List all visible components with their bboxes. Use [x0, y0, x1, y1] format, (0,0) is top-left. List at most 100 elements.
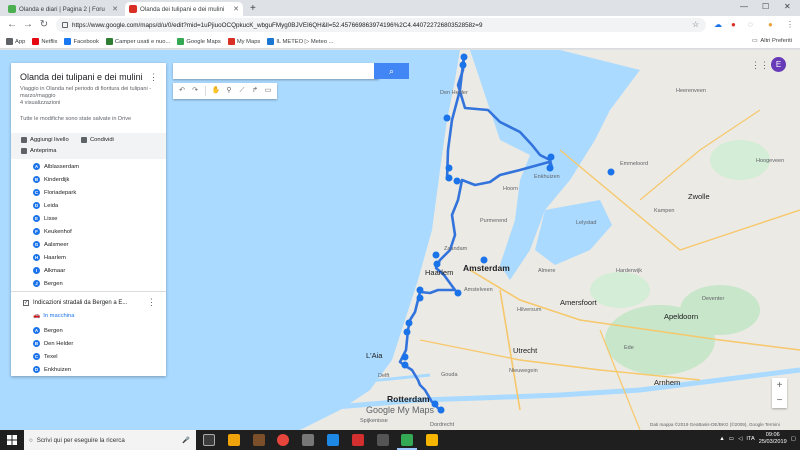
reload-icon[interactable]: ↻ — [38, 19, 50, 30]
bookmark-item[interactable]: Google Maps — [177, 38, 221, 45]
windows-start-icon[interactable] — [7, 435, 17, 445]
place-item[interactable]: H Haarlem — [33, 254, 66, 261]
extension-icon[interactable]: ☁ — [714, 20, 722, 29]
bookmark-item[interactable]: My Maps — [227, 38, 260, 45]
map-label: Harderwijk — [616, 268, 642, 274]
map-label: Dordrecht — [430, 422, 455, 428]
directions-icon[interactable]: ↱ — [249, 85, 261, 97]
map-attribution[interactable]: Dati mappa ©2019 GeoBasis-DE/BKG (©2009)… — [650, 422, 780, 427]
more-options-icon[interactable]: ⋮ — [149, 72, 158, 83]
layer-checkbox[interactable]: ✓ — [23, 300, 29, 306]
map-search-input[interactable] — [173, 63, 379, 79]
directions-layer-title[interactable]: Indicazioni stradali da Bergen a E... — [33, 300, 127, 306]
bookmark-item[interactable]: Facebook — [64, 38, 99, 45]
netflix-icon — [32, 38, 40, 45]
menu-icon[interactable]: ⋮ — [786, 20, 794, 29]
hand-icon[interactable]: ✋ — [210, 85, 222, 97]
place-item[interactable]: C Floriadepark — [33, 189, 76, 196]
place-item[interactable]: J Bergen — [33, 280, 63, 287]
file-explorer-icon[interactable] — [228, 434, 240, 446]
extension-icon[interactable]: ◌ — [748, 20, 753, 29]
place-item[interactable]: A Alblasserdam — [33, 163, 79, 170]
map-description[interactable]: Viaggio in Olanda nel periodo di fioritu… — [20, 86, 155, 107]
draw-line-icon[interactable]: ⟋ — [236, 85, 248, 97]
bookmark-item[interactable]: Netflix — [32, 38, 57, 45]
share-button[interactable]: Condividi — [81, 137, 114, 143]
map-label: Zaandam — [444, 246, 468, 252]
close-window-icon[interactable]: ✕ — [784, 2, 791, 11]
route-stop[interactable]: A Bergen — [33, 327, 63, 334]
tab-favicon — [8, 5, 16, 13]
place-label: Leida — [44, 202, 59, 209]
app-icon[interactable] — [253, 434, 265, 446]
back-icon[interactable]: ← — [6, 19, 18, 30]
app-icon[interactable] — [302, 434, 314, 446]
tray-icon[interactable]: ▲ — [719, 436, 725, 442]
new-tab-button[interactable]: + — [250, 3, 256, 14]
language-indicator[interactable]: ITA — [746, 436, 754, 442]
close-icon[interactable]: ✕ — [233, 5, 239, 13]
tab-forum[interactable]: Olanda e diari | Pagina 2 | Foru ✕ — [4, 2, 122, 16]
more-options-icon[interactable]: ⋮ — [147, 297, 156, 308]
task-view-icon[interactable] — [203, 434, 215, 446]
app-icon[interactable] — [426, 434, 438, 446]
microphone-icon[interactable]: 🎤 — [182, 436, 190, 444]
notifications-icon[interactable]: ▢ — [791, 436, 796, 442]
close-icon[interactable]: ✕ — [112, 5, 118, 13]
address-bar[interactable]: https://www.google.com/maps/d/u/0/edit?m… — [56, 18, 706, 32]
network-icon[interactable]: ▭ — [729, 436, 734, 442]
clock[interactable]: 09:06 25/03/2019 — [759, 432, 787, 446]
minimize-icon[interactable]: — — [740, 2, 748, 11]
ruler-icon[interactable]: ▭ — [262, 85, 274, 97]
map-label: Nieuwegein — [509, 368, 538, 374]
travel-mode[interactable]: 🚗 In macchina — [33, 313, 74, 319]
chrome-icon[interactable] — [277, 434, 289, 446]
place-item[interactable]: F Keukenhof — [33, 228, 72, 235]
app-icon[interactable] — [377, 434, 389, 446]
place-label: Bergen — [44, 280, 63, 287]
route-marker: A — [33, 327, 40, 334]
place-item[interactable]: D Leida — [33, 202, 58, 209]
tab-title: Olanda dei tulipani e dei mulini — [140, 5, 225, 13]
map-title[interactable]: Olanda dei tulipani e dei mulini — [20, 72, 143, 82]
maximize-icon[interactable]: ☐ — [762, 2, 769, 11]
volume-icon[interactable]: ◁ — [738, 436, 742, 442]
place-item[interactable]: I Alkmaar — [33, 267, 65, 274]
share-label: Condividi — [90, 137, 114, 143]
place-item[interactable]: B Kinderdijk — [33, 176, 69, 183]
add-marker-icon[interactable]: ⚲ — [223, 85, 235, 97]
bookmark-item[interactable]: App — [6, 38, 25, 45]
bookmark-item[interactable]: Camper usati e nuo... — [105, 38, 170, 45]
route-label: Bergen — [44, 327, 63, 334]
other-bookmarks[interactable]: ▭ Altri Preferiti — [752, 38, 792, 44]
map-legend-panel: Olanda dei tulipani e dei mulini ⋮ Viagg… — [11, 63, 166, 376]
place-item[interactable]: G Aalsmeer — [33, 241, 68, 248]
forward-icon[interactable]: → — [22, 19, 34, 30]
preview-button[interactable]: Anteprima — [21, 148, 56, 154]
zoom-in-button[interactable]: + — [772, 378, 787, 393]
route-stop[interactable]: D Enkhuizen — [33, 366, 71, 373]
chrome-active-icon[interactable] — [397, 434, 417, 450]
zoom-controls: + − — [772, 378, 787, 408]
bookmark-item[interactable]: IL METEO ▷ Meteo ... — [267, 38, 333, 45]
star-icon[interactable]: ☆ — [692, 20, 699, 29]
panel-divider — [11, 291, 166, 292]
taskbar-search[interactable]: ○ Scrivi qui per eseguire la ricerca 🎤 — [24, 430, 196, 450]
search-button[interactable]: ⌕ — [374, 63, 409, 79]
place-item[interactable]: E Lisse — [33, 215, 58, 222]
add-layer-button[interactable]: Aggiungi livello — [21, 137, 69, 143]
bookmark-label: Google Maps — [186, 38, 221, 45]
edge-icon[interactable] — [327, 434, 339, 446]
extension-icon[interactable]: ● — [731, 20, 736, 29]
panel-actions: Aggiungi livello Condividi Anteprima — [11, 133, 166, 159]
undo-icon[interactable]: ↶ — [176, 85, 188, 97]
zoom-out-button[interactable]: − — [772, 393, 787, 408]
tab-my-maps[interactable]: Olanda dei tulipani e dei mulini ✕ — [125, 2, 243, 16]
route-stop[interactable]: C Texel — [33, 353, 58, 360]
route-stop[interactable]: B Den Helder — [33, 340, 73, 347]
map-label: Lelystad — [576, 220, 597, 226]
avatar[interactable]: E — [771, 57, 786, 72]
redo-icon[interactable]: ↷ — [189, 85, 201, 97]
app-icon[interactable] — [352, 434, 364, 446]
profile-icon[interactable]: ● — [768, 20, 773, 29]
